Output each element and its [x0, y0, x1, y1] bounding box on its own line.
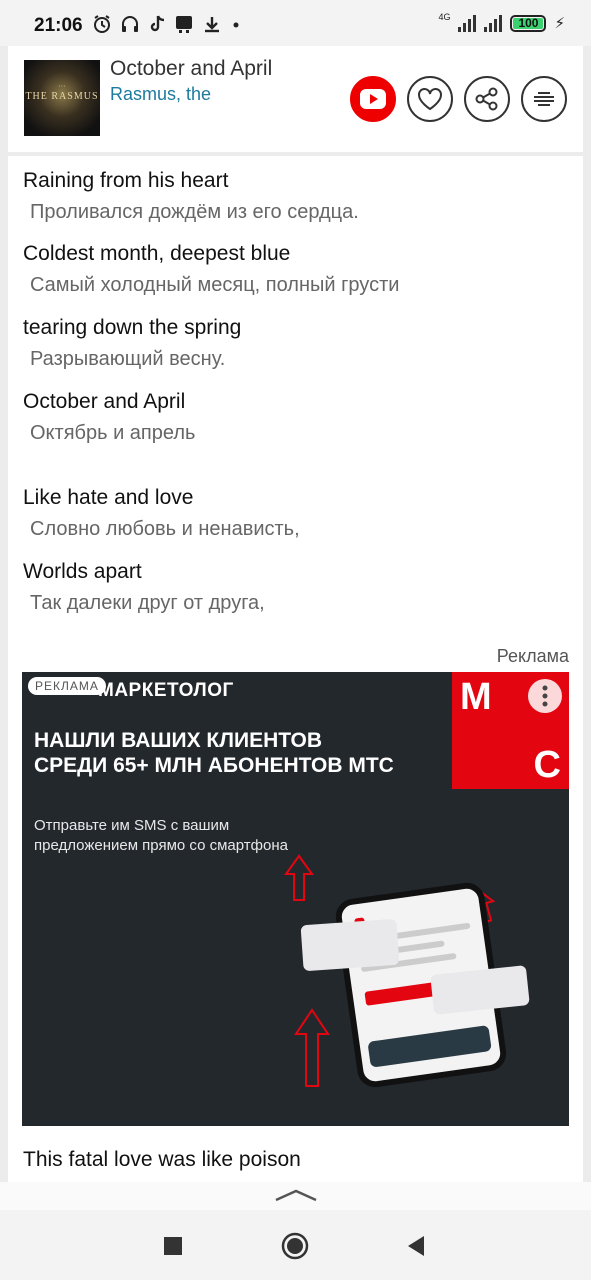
- notification-icon: [176, 16, 192, 33]
- dot-icon: [233, 22, 239, 28]
- alarm-icon: [94, 15, 110, 33]
- chevron-up-icon: [275, 1189, 317, 1202]
- battery-icon: 100: [510, 14, 547, 32]
- artist-link[interactable]: Rasmus, the: [110, 84, 211, 105]
- youtube-icon: [360, 89, 386, 109]
- ad-tag: РЕКЛАМА: [28, 677, 106, 695]
- favorite-button[interactable]: [407, 76, 453, 122]
- back-icon: [408, 1236, 424, 1256]
- more-vertical-icon: [542, 685, 548, 707]
- tiktok-icon: [150, 15, 165, 32]
- ad-banner[interactable]: МАРКЕТОЛОГ РЕКЛАМА НАШЛИ ВАШИХ КЛИЕНТОВ …: [22, 672, 569, 1126]
- status-icons: [92, 14, 242, 34]
- youtube-button[interactable]: [350, 76, 396, 122]
- lyric-line-en: Worlds apart: [23, 560, 142, 583]
- lyrics-content: Raining from his heart Проливался дождём…: [8, 156, 583, 1182]
- lyric-line-ru: Разрывающий весну.: [30, 348, 226, 370]
- share-button[interactable]: [464, 76, 510, 122]
- network-type: 4G: [438, 12, 451, 22]
- signal-icon: [458, 14, 477, 32]
- lyric-line-en: October and April: [23, 390, 186, 413]
- album-cover[interactable]: • • • THE RASMUS: [24, 60, 100, 136]
- lyric-line-en: Like hate and love: [23, 486, 194, 509]
- message-card: [300, 918, 400, 972]
- lyric-line-en: This fatal love was like poison: [23, 1148, 301, 1171]
- download-icon: [205, 17, 219, 33]
- ad-headline: НАШЛИ ВАШИХ КЛИЕНТОВ СРЕДИ 65+ МЛН АБОНЕ…: [34, 729, 394, 777]
- ad-brand: МАРКЕТОЛОГ: [98, 680, 234, 701]
- signal-icon-2: [484, 14, 503, 32]
- arrow-up-icon: [294, 1008, 330, 1087]
- lyric-line-ru: Проливался дождём из его сердца.: [30, 201, 359, 223]
- menu-button[interactable]: [521, 76, 567, 122]
- lyric-line-ru: Так далеки друг от друга,: [30, 592, 265, 614]
- lyric-line-ru: Октябрь и апрель: [30, 422, 196, 444]
- back-button[interactable]: [398, 1228, 434, 1264]
- share-icon: [475, 87, 498, 111]
- home-icon: [281, 1232, 309, 1260]
- bottom-sheet-handle[interactable]: [0, 1182, 591, 1210]
- song-header: • • • THE RASMUS October and April Rasmu…: [8, 46, 583, 152]
- charging-icon: ⚡: [554, 15, 565, 32]
- ad-subtext: Отправьте им SMS с вашим предложением пр…: [34, 817, 288, 854]
- system-nav-bar: [0, 1210, 591, 1280]
- message-card: [430, 965, 530, 1015]
- lyric-line-ru: Самый холодный месяц, полный грусти: [30, 274, 400, 296]
- headphones-icon: [122, 16, 138, 32]
- arrow-up-icon: [284, 854, 314, 901]
- lyric-line-ru: Словно любовь и ненависть,: [30, 518, 300, 540]
- menu-icon: [534, 92, 554, 106]
- ad-options-button[interactable]: [528, 679, 562, 713]
- lyric-line-en: tearing down the spring: [23, 316, 242, 339]
- recents-button[interactable]: [155, 1228, 191, 1264]
- lyric-line-en: Raining from his heart: [23, 169, 229, 192]
- song-title: October and April: [110, 57, 273, 80]
- ad-label: Реклама: [496, 646, 569, 666]
- cover-text: THE RASMUS: [25, 91, 99, 102]
- status-bar: 21:06 4G 100 ⚡: [0, 0, 591, 46]
- heart-icon: [418, 88, 442, 111]
- home-button[interactable]: [277, 1228, 313, 1264]
- lyric-line-en: Coldest month, deepest blue: [23, 242, 291, 265]
- stop-icon: [164, 1237, 182, 1255]
- status-time: 21:06: [34, 15, 83, 36]
